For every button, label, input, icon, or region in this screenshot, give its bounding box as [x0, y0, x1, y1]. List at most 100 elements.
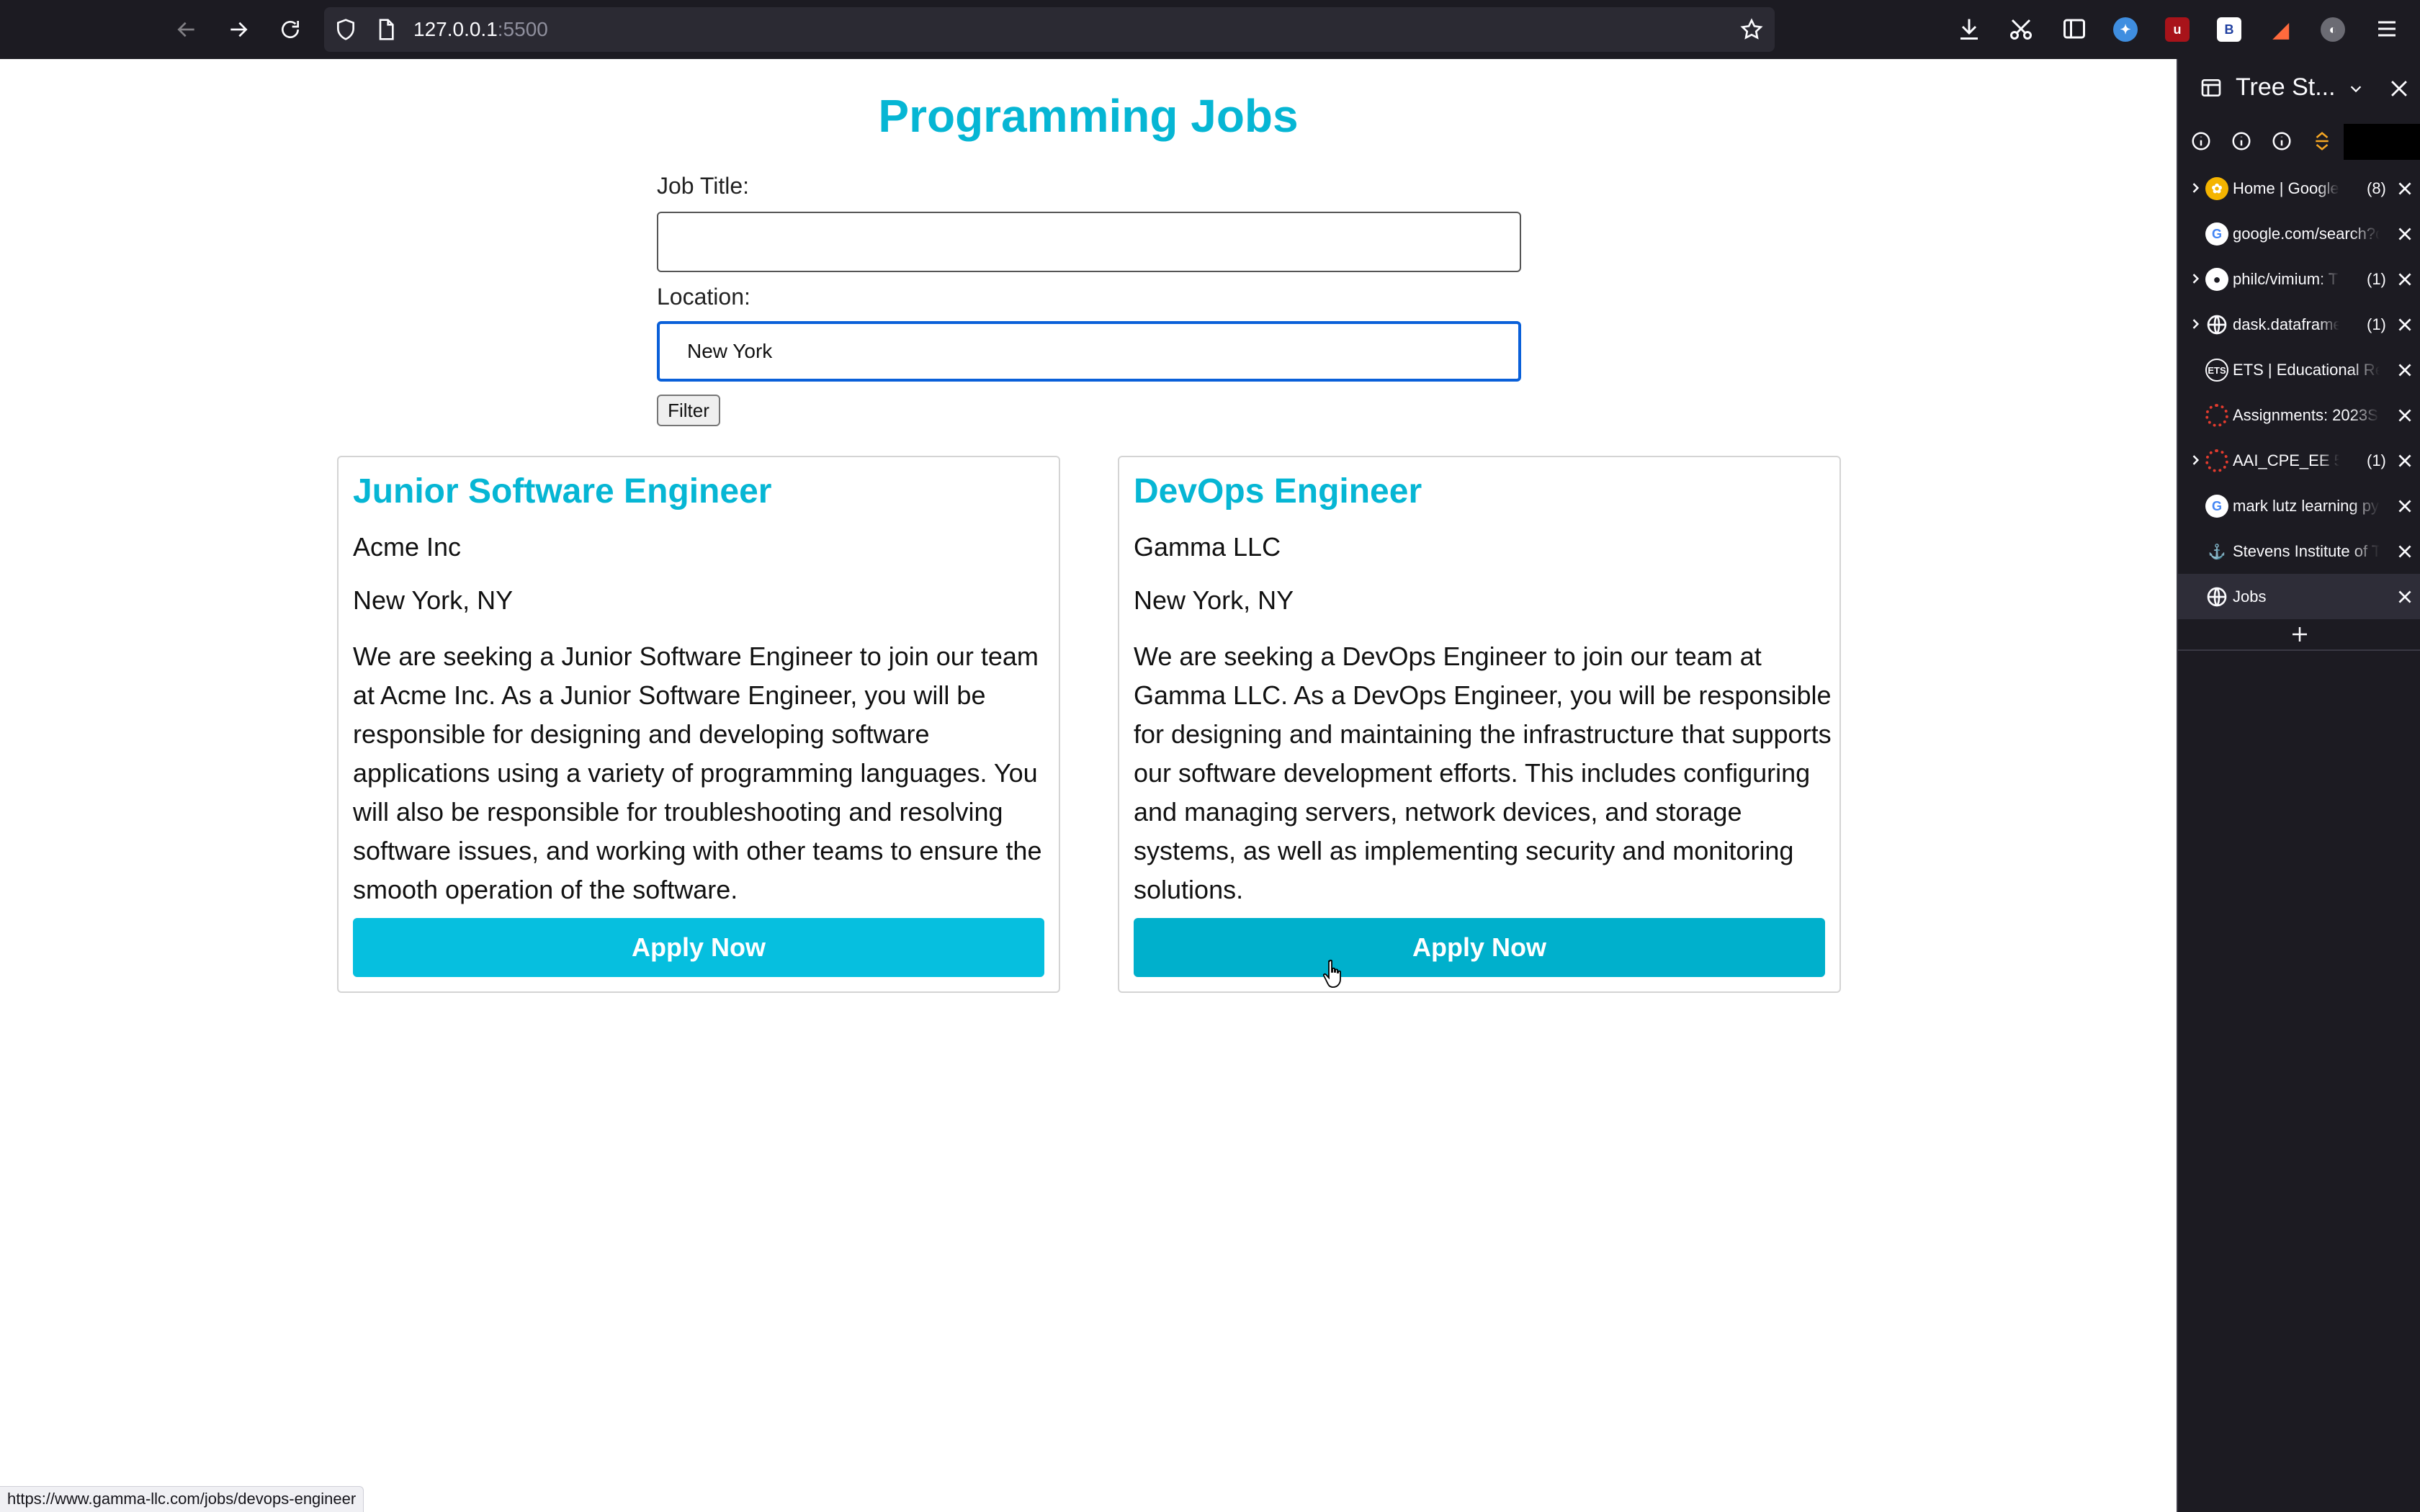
sidebar-header: Tree St... — [2178, 59, 2420, 120]
apply-now-button[interactable]: Apply Now — [1134, 918, 1825, 977]
plus-icon — [2293, 627, 2307, 642]
tab-item-active[interactable]: Jobs — [2178, 574, 2420, 619]
job-title: Junior Software Engineer — [353, 472, 772, 510]
tab-label: AAI_CPE_EE 551 — [2233, 451, 2339, 469]
tab-item[interactable]: ⚓ Stevens Institute of Technology — [2178, 528, 2420, 574]
hand-cursor-icon — [1322, 959, 1341, 988]
close-tab-icon[interactable] — [2396, 361, 2414, 379]
tab-label: google.com/search?q — [2233, 225, 2380, 243]
browser-toolbar: 127.0.0.1:5500 ✦ u B ◢ ◐ — [0, 0, 2420, 59]
chevron-down-icon[interactable] — [2348, 81, 2364, 96]
job-description: We are seeking a DevOps Engineer to join… — [1134, 642, 1832, 904]
sidebar-toolbar — [2178, 121, 2420, 163]
close-tab-icon[interactable] — [2396, 315, 2414, 334]
canvas-icon — [2205, 449, 2228, 472]
close-tab-icon[interactable] — [2396, 225, 2414, 243]
job-title: DevOps Engineer — [1134, 472, 1422, 510]
close-tab-icon[interactable] — [2396, 270, 2414, 289]
extension-arrow-icon[interactable]: ◢ — [2269, 17, 2293, 42]
ublock-icon[interactable]: u — [2165, 17, 2190, 42]
bookmark-star-icon[interactable] — [1740, 18, 1763, 41]
location-input[interactable]: New York — [657, 321, 1521, 382]
close-icon[interactable] — [2387, 76, 2411, 101]
tab-item[interactable]: ● philc/vimium: The hacker's browser (1) — [2178, 256, 2420, 302]
tab-count: (1) — [2367, 315, 2386, 333]
canvas-icon — [2205, 404, 2228, 427]
tab-item[interactable]: AAI_CPE_EE 551 (1) — [2178, 438, 2420, 483]
globe-icon — [2207, 587, 2227, 607]
tab-item[interactable]: G mark lutz learning python — [2178, 483, 2420, 528]
tab-count: (8) — [2367, 179, 2386, 197]
profile-icon[interactable]: ◐ — [2321, 17, 2345, 42]
tab-item[interactable]: G google.com/search?q — [2178, 211, 2420, 256]
job-title-label: Job Title: — [657, 173, 750, 199]
url-bar[interactable]: 127.0.0.1:5500 — [324, 7, 1775, 52]
new-tab-button[interactable] — [2178, 619, 2420, 651]
scholar-icon: ✿ — [2205, 177, 2228, 200]
close-tab-icon[interactable] — [2396, 542, 2414, 561]
job-company: Acme Inc — [353, 532, 462, 562]
tab-item[interactable]: ETS ETS | Educational Resources — [2178, 347, 2420, 392]
apply-now-button[interactable]: Apply Now — [353, 918, 1044, 977]
reload-button[interactable] — [272, 12, 308, 48]
info-icon[interactable] — [2188, 128, 2214, 154]
tab-label: dask.dataframe.DataFrame — [2233, 315, 2339, 333]
job-card: Junior Software Engineer Acme Inc New Yo… — [337, 456, 1060, 993]
close-tab-icon[interactable] — [2396, 451, 2414, 470]
menu-icon[interactable] — [2374, 16, 2400, 42]
extension-b-icon[interactable]: B — [2217, 17, 2241, 42]
sidebar-title[interactable]: Tree St... — [2236, 73, 2336, 102]
job-company: Gamma LLC — [1134, 532, 1281, 562]
chevron-right-icon[interactable] — [2188, 180, 2202, 196]
reload-icon — [282, 21, 299, 38]
page-info-icon[interactable] — [375, 18, 398, 41]
tab-count: (1) — [2367, 270, 2386, 288]
tab-label: mark lutz learning python — [2233, 497, 2380, 515]
tree-style-tab-sidebar: Tree St... ✿ Home | Google Scholar (8) G… — [2177, 59, 2420, 1512]
ets-icon: ETS — [2205, 359, 2228, 382]
back-button[interactable] — [169, 12, 205, 48]
page-title: Programming Jobs — [878, 90, 1299, 142]
job-location: New York, NY — [353, 585, 514, 615]
filter-button[interactable]: Filter — [657, 395, 720, 426]
github-icon: ● — [2205, 268, 2228, 291]
google-icon: G — [2205, 222, 2228, 246]
tab-tree-list: ✿ Home | Google Scholar (8) G google.com… — [2178, 166, 2420, 651]
sidebar-toggle-icon[interactable] — [2061, 16, 2087, 42]
page-viewport: Programming Jobs Job Title: Location: Ne… — [0, 59, 2177, 1512]
tab-item[interactable]: dask.dataframe.DataFrame (1) — [2178, 302, 2420, 347]
downloads-icon[interactable] — [1956, 16, 1982, 42]
sidebar-panel-icon — [2201, 79, 2221, 96]
tab-label: Jobs — [2233, 588, 2267, 606]
tab-count: (1) — [2367, 451, 2386, 469]
sort-icon[interactable] — [2309, 128, 2335, 154]
url-text[interactable]: 127.0.0.1:5500 — [413, 7, 548, 52]
info-icon[interactable] — [2269, 128, 2295, 154]
forward-arrow-icon — [230, 22, 248, 37]
close-tab-icon[interactable] — [2396, 179, 2414, 198]
toolbar-spacer — [2344, 124, 2420, 160]
job-title-input[interactable] — [657, 212, 1521, 272]
extension-compass-icon[interactable]: ✦ — [2113, 17, 2138, 42]
tab-item[interactable]: Assignments: 2023S — [2178, 392, 2420, 438]
globe-icon — [2207, 315, 2227, 335]
info-icon[interactable] — [2228, 128, 2254, 154]
link-status-bar: https://www.gamma-llc.com/jobs/devops-en… — [0, 1486, 364, 1512]
tab-label: ETS | Educational Resources — [2233, 361, 2380, 379]
close-tab-icon[interactable] — [2396, 406, 2414, 425]
tab-label: philc/vimium: The hacker's browser — [2233, 270, 2339, 288]
job-description: We are seeking a Junior Software Enginee… — [353, 642, 1042, 904]
chevron-right-icon[interactable] — [2188, 452, 2202, 468]
screenshot-icon[interactable] — [2008, 16, 2034, 42]
chevron-right-icon[interactable] — [2188, 316, 2202, 332]
location-label: Location: — [657, 284, 750, 310]
forward-button[interactable] — [220, 12, 256, 48]
tab-item[interactable]: ✿ Home | Google Scholar (8) — [2178, 166, 2420, 211]
tab-label: Assignments: 2023S — [2233, 406, 2378, 424]
stevens-icon: ⚓ — [2208, 544, 2226, 560]
chevron-right-icon[interactable] — [2188, 271, 2202, 287]
close-tab-icon[interactable] — [2396, 497, 2414, 516]
shield-icon[interactable] — [334, 18, 357, 41]
close-tab-icon[interactable] — [2396, 588, 2414, 606]
tab-label: Stevens Institute of Technology — [2233, 542, 2380, 560]
